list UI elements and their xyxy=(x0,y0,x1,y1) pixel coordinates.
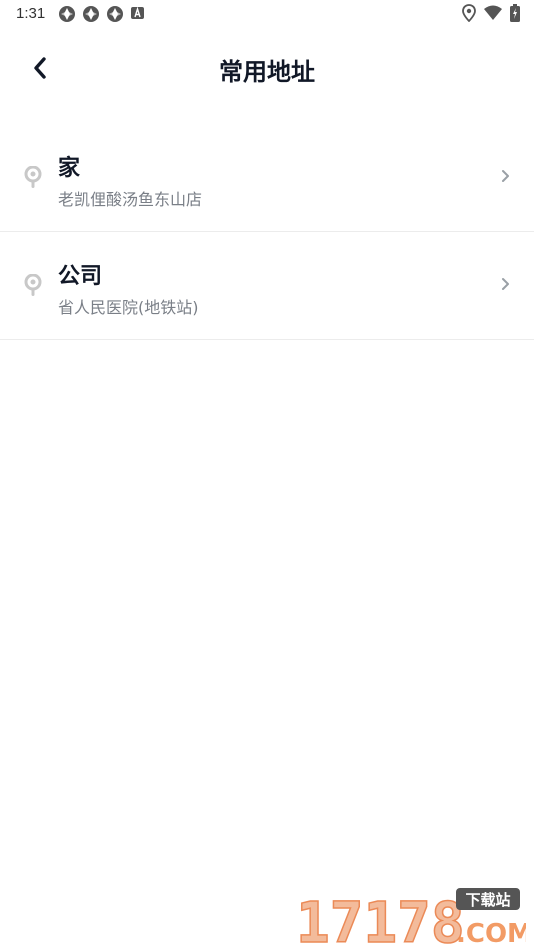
status-icons-left xyxy=(58,5,146,23)
address-list: 家 老凯俚酸汤鱼东山店 公司 省人民医院(地铁站) xyxy=(0,124,534,340)
site-watermark-logo: 17178 下载站 .COM xyxy=(296,888,526,946)
address-name: 公司 xyxy=(58,264,103,289)
address-item-home[interactable]: 家 老凯俚酸汤鱼东山店 xyxy=(0,124,534,232)
wifi-icon xyxy=(484,5,502,20)
app-notification-icon xyxy=(59,6,75,22)
chevron-right-icon xyxy=(502,170,509,182)
battery-charging-icon xyxy=(510,4,520,22)
address-item-company[interactable]: 公司 省人民医院(地铁站) xyxy=(0,232,534,340)
status-bar: 1:31 xyxy=(0,0,534,28)
chevron-right-icon xyxy=(502,278,509,290)
watermark-suffix: .COM xyxy=(456,919,526,946)
address-detail: 老凯俚酸汤鱼东山店 xyxy=(58,190,203,209)
status-time: 1:31 xyxy=(16,5,46,22)
keyboard-a-icon xyxy=(131,6,144,19)
page-title: 常用地址 xyxy=(219,58,315,86)
navigation-bar: 常用地址 xyxy=(0,40,534,96)
address-name: 家 xyxy=(58,156,81,181)
app-notification-icon xyxy=(83,6,99,22)
location-pin-icon xyxy=(24,166,42,188)
location-pin-icon xyxy=(24,274,42,296)
status-icons-right xyxy=(462,4,520,22)
address-detail: 省人民医院(地铁站) xyxy=(58,298,199,317)
watermark-number: 17178 xyxy=(296,891,465,946)
app-notification-icon xyxy=(107,6,123,22)
watermark-tag: 下载站 xyxy=(465,891,510,909)
location-icon xyxy=(462,4,476,22)
